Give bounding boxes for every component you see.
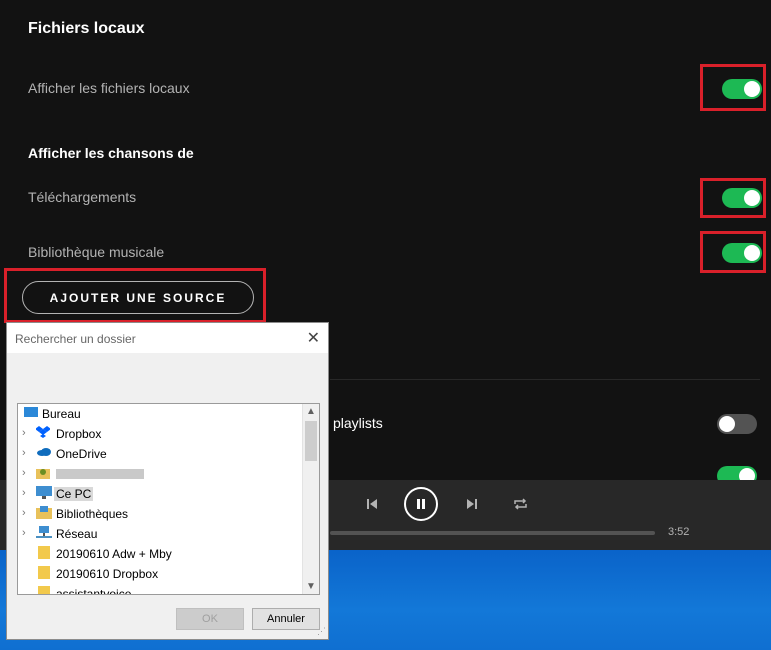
cancel-button[interactable]: Annuler <box>252 608 320 630</box>
pause-icon[interactable] <box>404 487 438 521</box>
highlight-box <box>700 231 766 273</box>
tree-item-folder[interactable]: assistantvoice <box>18 584 303 595</box>
resize-grip-icon[interactable]: ⋰ <box>317 626 326 637</box>
previous-icon[interactable] <box>366 497 378 513</box>
user-folder-icon <box>36 466 52 480</box>
chevron-right-icon[interactable]: › <box>22 427 26 439</box>
chevron-right-icon[interactable]: › <box>22 467 26 479</box>
dialog-title: Rechercher un dossier <box>15 332 136 346</box>
dialog-titlebar: Rechercher un dossier ✕ <box>7 323 328 353</box>
tree-item-label: Réseau <box>56 527 98 541</box>
tree-item-label: Dropbox <box>56 427 102 441</box>
close-icon[interactable]: ✕ <box>307 328 320 348</box>
tree-item-label: OneDrive <box>56 447 107 461</box>
chevron-right-icon[interactable]: › <box>22 447 26 459</box>
tree-scrollbar[interactable]: ▲ ▼ <box>302 404 319 594</box>
highlight-box <box>4 268 266 323</box>
ok-button[interactable]: OK <box>176 608 244 630</box>
repeat-icon[interactable] <box>513 497 528 513</box>
tree-item-label: Bureau <box>42 407 81 421</box>
tree-item-folder[interactable]: 20190610 Adw + Mby <box>18 544 303 564</box>
chevron-right-icon[interactable]: › <box>22 487 26 499</box>
music-library-label: Bibliothèque musicale <box>28 244 165 260</box>
libraries-icon <box>36 506 52 520</box>
scroll-thumb[interactable] <box>305 421 317 461</box>
tree-item-ce-pc[interactable]: › Ce PC <box>18 484 303 504</box>
tree-item-onedrive[interactable]: › OneDrive <box>18 444 303 464</box>
tree-item-bibliotheques[interactable]: › Bibliothèques <box>18 504 303 524</box>
computer-icon <box>36 486 52 500</box>
tree-item-label: assistantvoice <box>56 587 132 595</box>
onedrive-icon <box>36 446 52 460</box>
show-local-files-label: Afficher les fichiers locaux <box>28 80 190 96</box>
next-icon[interactable] <box>466 497 478 513</box>
folder-icon <box>38 566 54 580</box>
tree-item-reseau[interactable]: › Réseau <box>18 524 303 544</box>
chevron-up-icon[interactable]: ▲ <box>306 406 316 417</box>
tree-item-label: 20190610 Dropbox <box>56 567 159 581</box>
tree-item-folder[interactable]: 20190610 Dropbox <box>18 564 303 584</box>
chevron-right-icon[interactable]: › <box>22 527 26 539</box>
progress-bar[interactable] <box>330 531 655 535</box>
folder-icon <box>38 546 54 560</box>
highlight-box <box>700 64 766 111</box>
divider <box>330 379 760 380</box>
network-icon <box>36 526 52 540</box>
tree-item-dropbox[interactable]: › Dropbox <box>18 424 303 444</box>
folder-tree[interactable]: Bureau › Dropbox › OneDrive › › Ce PC › … <box>17 403 320 595</box>
chevron-right-icon[interactable]: › <box>22 507 26 519</box>
dropbox-icon <box>35 426 52 440</box>
chevron-down-icon[interactable]: ▼ <box>306 581 316 592</box>
desktop-icon <box>24 406 40 420</box>
section-title: Fichiers locaux <box>28 20 145 37</box>
tree-item-label: Bibliothèques <box>56 507 129 521</box>
tree-item-user-folder[interactable]: › <box>18 464 303 484</box>
highlight-box <box>700 178 766 218</box>
tree-item-label: Ce PC <box>54 487 94 501</box>
toggle-knob <box>719 416 735 432</box>
blurred-username <box>56 469 144 479</box>
show-songs-from-title: Afficher les chansons de <box>28 145 194 161</box>
folder-browse-dialog: Rechercher un dossier ✕ Bureau › Dropbox… <box>6 322 329 640</box>
tree-item-label: 20190610 Adw + Mby <box>56 547 172 561</box>
playlists-toggle[interactable] <box>717 414 757 434</box>
tree-item-bureau[interactable]: Bureau <box>18 404 303 424</box>
folder-icon <box>38 586 54 594</box>
downloads-label: Téléchargements <box>28 189 137 205</box>
playlists-label: playlists <box>333 415 383 431</box>
time-total: 3:52 <box>668 526 690 538</box>
